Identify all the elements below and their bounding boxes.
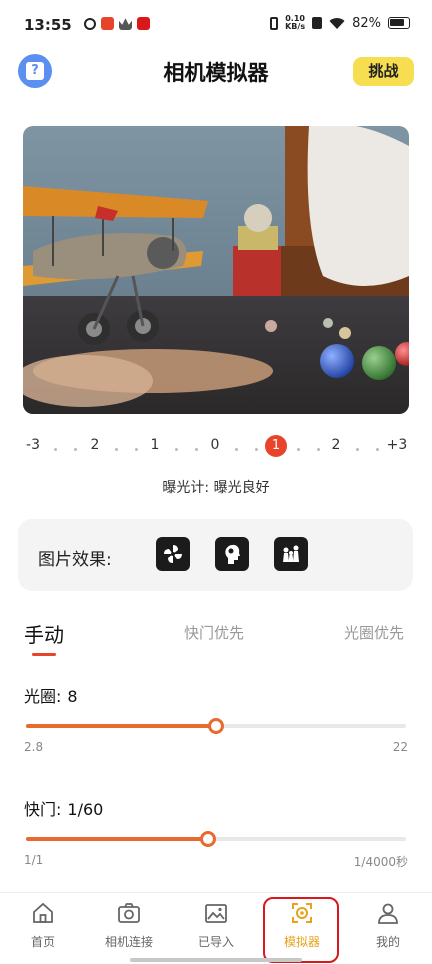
ev-tick (356, 448, 359, 451)
crown-icon (119, 18, 132, 30)
chess-icon[interactable] (274, 537, 308, 571)
bottom-nav: 首页 相机连接 已导入 模拟器 我的 (0, 892, 432, 964)
aperture-slider-fill (26, 724, 216, 728)
ev-current-marker: 1 (265, 435, 287, 457)
effects-label: 图片效果: (38, 550, 112, 570)
status-right: 0.10 KB/s 82% (270, 15, 410, 31)
home-indicator[interactable] (130, 958, 302, 962)
status-bar: 13:55 0.10 KB/s 82% (0, 0, 432, 50)
nav-item-imported[interactable]: 已导入 (176, 901, 256, 950)
ev-tick (376, 448, 379, 451)
fan-icon[interactable] (156, 537, 190, 571)
nav-item-home[interactable]: 首页 (3, 901, 83, 950)
annotation-highlight-box (263, 897, 339, 963)
challenge-button[interactable]: 挑战 (353, 57, 414, 86)
ev-tick (317, 448, 320, 451)
shutter-label: 快门: 1/60 (24, 800, 104, 819)
exposure-meter-text: 曝光计: 曝光良好 (162, 480, 270, 496)
user-icon (378, 903, 398, 924)
ev-tick (74, 448, 77, 451)
shutter-slider[interactable] (26, 831, 406, 847)
simulated-photo (23, 126, 409, 414)
ev-label: 2 (90, 437, 100, 453)
ev-label: +3 (386, 437, 408, 453)
effects-card: 图片效果: (18, 519, 413, 591)
shutter-slider-thumb[interactable] (200, 831, 217, 847)
tab-shutter-priority[interactable]: 快门优先 (184, 622, 244, 643)
tab-aperture-priority[interactable]: 光圈优先 (344, 622, 404, 643)
exposure-scale[interactable]: -3 2 1 0 1 2 +3 (23, 432, 409, 460)
battery-icon (388, 17, 410, 29)
shutter-value: 1/60 (67, 800, 104, 819)
ev-label: -3 (26, 437, 40, 453)
vibrate-icon (270, 16, 279, 30)
ev-tick (195, 448, 198, 451)
sim-icon (312, 17, 323, 29)
notification-icons (84, 17, 150, 30)
camera-icon (118, 903, 140, 923)
active-tab-indicator (32, 653, 56, 656)
ev-label: 2 (331, 437, 341, 453)
ev-tick (235, 448, 238, 451)
app-notification-icon (137, 17, 150, 30)
ev-label: 1 (150, 437, 160, 453)
aperture-slider-thumb[interactable] (208, 718, 224, 734)
aperture-max: 22 (392, 740, 408, 754)
photo-image (23, 126, 409, 414)
portrait-icon[interactable] (215, 537, 249, 571)
ev-tick (54, 448, 57, 451)
aperture-value: 8 (67, 687, 78, 706)
home-icon (33, 902, 53, 923)
battery-percent: 82% (352, 15, 381, 31)
ev-tick (175, 448, 178, 451)
ev-label: 0 (210, 437, 220, 453)
wifi-icon (329, 17, 345, 29)
aperture-slider[interactable] (26, 718, 406, 734)
ev-tick (255, 448, 258, 451)
image-icon (205, 904, 227, 923)
shutter-max: 1/4000秒 (353, 855, 408, 869)
nav-item-camera-connect[interactable]: 相机连接 (89, 901, 169, 950)
aperture-label: 光圈: 8 (24, 687, 78, 706)
nav-item-mine[interactable]: 我的 (348, 901, 428, 950)
ev-tick (297, 448, 300, 451)
app-notification-icon (101, 17, 114, 30)
status-time: 13:55 (24, 16, 72, 34)
ev-tick (115, 448, 118, 451)
shutter-min: 1/1 (24, 853, 44, 867)
app-notification-icon (84, 17, 96, 30)
tab-manual[interactable]: 手动 (24, 619, 64, 648)
net-speed: 0.10 KB/s (285, 14, 306, 31)
aperture-min: 2.8 (24, 740, 44, 754)
shutter-slider-fill (26, 837, 209, 841)
ev-tick (135, 448, 138, 451)
